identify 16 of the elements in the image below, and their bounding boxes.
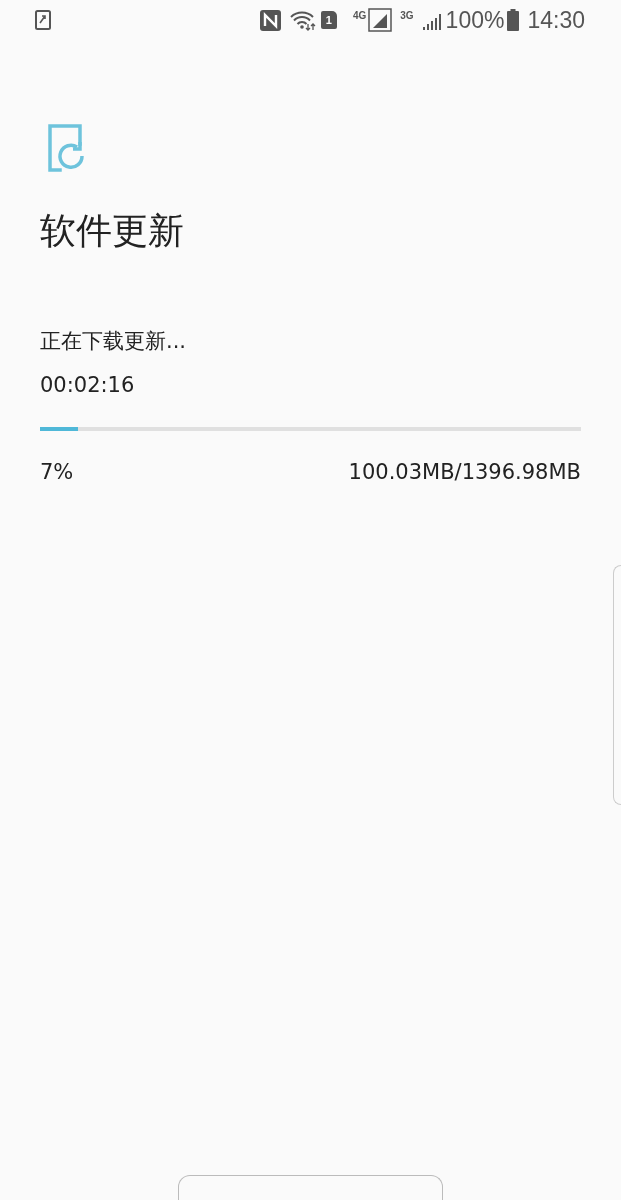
clock-time: 14:30	[527, 5, 585, 35]
network-type: 3G	[400, 9, 414, 23]
network-type: 4G	[352, 9, 367, 23]
page-title: 软件更新	[40, 209, 185, 253]
bottom-handle[interactable]	[178, 1175, 443, 1200]
wifi-icon	[288, 9, 317, 31]
progress-percent: 7%	[40, 459, 74, 486]
battery-icon	[507, 9, 520, 31]
download-size: 100.03MB/1396.98MB	[348, 459, 581, 486]
screen-rotation-icon	[34, 10, 52, 30]
sim-slot-badge: 1	[320, 11, 337, 29]
signal-icon	[368, 8, 393, 32]
download-status: 正在下载更新...	[40, 328, 188, 355]
battery-percent: 100%	[445, 5, 505, 35]
nfc-icon	[259, 9, 281, 31]
elapsed-time: 00:02:16	[40, 371, 136, 399]
